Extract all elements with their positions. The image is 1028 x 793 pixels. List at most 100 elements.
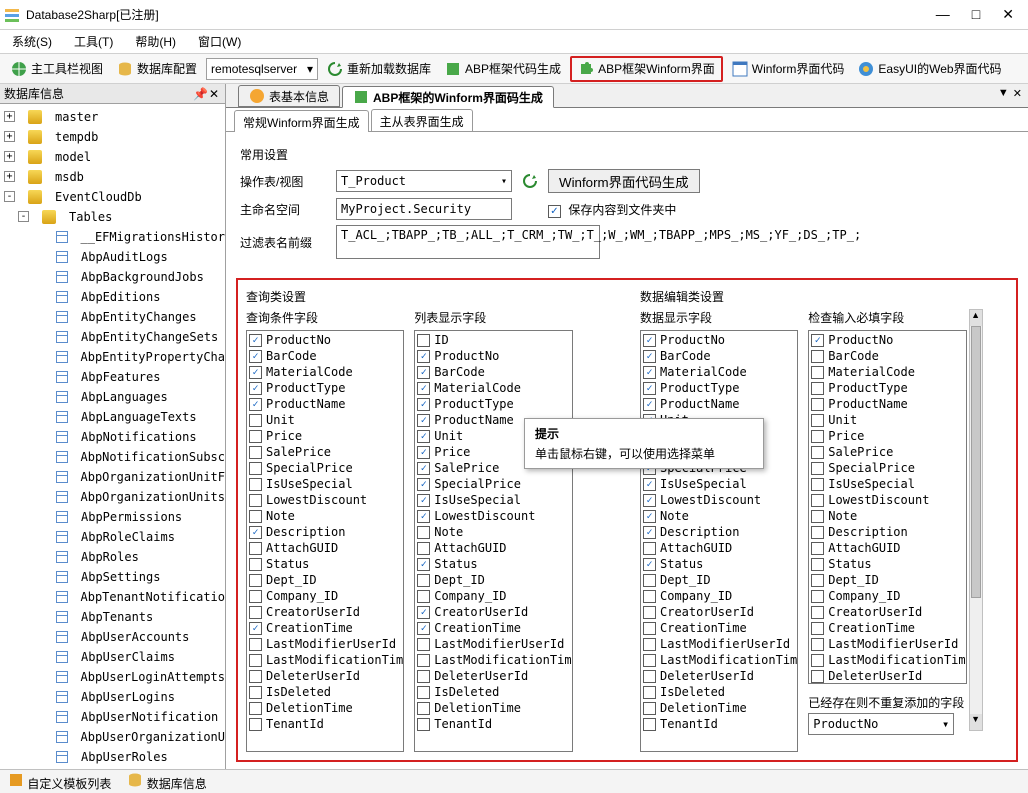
button-generate[interactable]: Winform界面代码生成 xyxy=(548,169,700,193)
checkbox[interactable] xyxy=(811,494,824,507)
tree-item[interactable]: AbpBackgroundJobs xyxy=(0,269,225,284)
checkbox[interactable] xyxy=(249,430,262,443)
tree-item[interactable]: AbpUserLoginAttempts xyxy=(0,669,225,684)
checklist-item[interactable]: ✓Description xyxy=(641,524,797,540)
checkbox[interactable]: ✓ xyxy=(643,334,656,347)
checklist-item[interactable]: Dept_ID xyxy=(809,572,965,588)
tree-item[interactable]: AbpTenants xyxy=(0,609,225,624)
checklist-item[interactable]: LastModificationTim xyxy=(415,652,571,668)
checkbox[interactable]: ✓ xyxy=(643,350,656,363)
panel-close-icon[interactable]: ✕ xyxy=(207,87,221,101)
checklist-item[interactable]: DeletionTime xyxy=(247,700,403,716)
checklist-item[interactable]: ✓ProductType xyxy=(641,380,797,396)
checklist-item[interactable]: TenantId xyxy=(247,716,403,732)
checkbox[interactable]: ✓ xyxy=(249,350,262,363)
tree-item[interactable]: AbpRoles xyxy=(0,549,225,564)
checklist-item[interactable]: CreatorUserId xyxy=(641,604,797,620)
checklist-item[interactable]: Unit xyxy=(809,412,965,428)
checkbox[interactable] xyxy=(811,510,824,523)
tree-item[interactable]: AbpEntityChanges xyxy=(0,309,225,324)
checkbox[interactable]: ✓ xyxy=(417,382,430,395)
checklist-item[interactable]: AttachGUID xyxy=(415,540,571,556)
checklist-item[interactable]: ✓ProductName xyxy=(247,396,403,412)
checklist-item[interactable]: AttachGUID xyxy=(247,540,403,556)
checkbox[interactable]: ✓ xyxy=(417,510,430,523)
checkbox[interactable] xyxy=(643,590,656,603)
checkbox[interactable] xyxy=(643,542,656,555)
checkbox[interactable]: ✓ xyxy=(643,526,656,539)
checkbox[interactable]: ✓ xyxy=(417,350,430,363)
checklist-item[interactable]: DeletionTime xyxy=(641,700,797,716)
checklist-item[interactable]: Status xyxy=(809,556,965,572)
checkbox[interactable]: ✓ xyxy=(249,382,262,395)
toolbar-winform-code[interactable]: Winform界面代码 xyxy=(727,57,850,81)
tree-item[interactable]: +msdb xyxy=(0,169,225,184)
checklist-item[interactable]: Description xyxy=(809,524,965,540)
checkbox[interactable]: ✓ xyxy=(643,494,656,507)
toolbar-db-config[interactable]: 数据库配置 xyxy=(112,57,202,81)
checkbox[interactable]: ✓ xyxy=(417,494,430,507)
checkbox[interactable] xyxy=(417,590,430,603)
checkbox[interactable] xyxy=(643,638,656,651)
checkbox[interactable] xyxy=(643,702,656,715)
tree-item[interactable]: AbpEntityChangeSets xyxy=(0,329,225,344)
checkbox[interactable] xyxy=(643,670,656,683)
menu-item[interactable]: 系统(S) xyxy=(12,33,52,50)
checklist-item[interactable]: CreatorUserId xyxy=(247,604,403,620)
checkbox[interactable] xyxy=(811,542,824,555)
toolbar-abp-code[interactable]: ABP框架代码生成 xyxy=(440,57,566,81)
tree-item[interactable]: __EFMigrationsHistor xyxy=(0,229,225,244)
checkbox[interactable] xyxy=(417,574,430,587)
checkbox[interactable] xyxy=(811,350,824,363)
checkbox[interactable] xyxy=(249,686,262,699)
checkbox[interactable] xyxy=(811,526,824,539)
checkbox[interactable] xyxy=(249,510,262,523)
checkbox[interactable]: ✓ xyxy=(417,558,430,571)
checklist-item[interactable]: LastModifierUserId xyxy=(809,636,965,652)
minimize-button[interactable]: — xyxy=(936,6,950,23)
checklist-item[interactable]: LastModificationTim xyxy=(641,652,797,668)
checkbox[interactable] xyxy=(249,494,262,507)
checklist-edit-fields[interactable]: ✓ProductNo✓BarCode✓MaterialCode✓ProductT… xyxy=(640,330,798,752)
checklist-item[interactable]: Company_ID xyxy=(809,588,965,604)
vertical-scrollbar[interactable]: ▲▼ xyxy=(969,309,983,731)
checkbox[interactable]: ✓ xyxy=(417,606,430,619)
checkbox[interactable] xyxy=(417,702,430,715)
checklist-item[interactable]: LastModificationTim xyxy=(247,652,403,668)
checklist-item[interactable]: Note xyxy=(809,508,965,524)
checkbox[interactable] xyxy=(811,446,824,459)
checklist-item[interactable]: LastModifierUserId xyxy=(415,636,571,652)
checkbox[interactable] xyxy=(811,414,824,427)
checklist-item[interactable]: ✓ProductType xyxy=(415,396,571,412)
tab-close-icon[interactable]: ✕ xyxy=(1013,87,1022,100)
checkbox[interactable] xyxy=(643,686,656,699)
checkbox[interactable]: ✓ xyxy=(417,366,430,379)
checklist-item[interactable]: LastModifierUserId xyxy=(247,636,403,652)
checklist-item[interactable]: ID xyxy=(415,332,571,348)
checkbox[interactable] xyxy=(811,606,824,619)
checklist-item[interactable]: TenantId xyxy=(415,716,571,732)
checklist-item[interactable]: DeleterUserId xyxy=(247,668,403,684)
checklist-item[interactable]: ✓ProductType xyxy=(247,380,403,396)
toolbar-main-view[interactable]: 主工具栏视图 xyxy=(6,57,108,81)
combo-nodup-field[interactable]: ProductNo▾ xyxy=(808,713,954,735)
tree-item[interactable]: AbpTenantNotificatio xyxy=(0,589,225,604)
checklist-item[interactable]: ✓Status xyxy=(415,556,571,572)
checkbox[interactable]: ✓ xyxy=(249,622,262,635)
checkbox[interactable] xyxy=(249,574,262,587)
checklist-item[interactable]: ProductType xyxy=(809,380,965,396)
checklist-item[interactable]: ✓IsUseSpecial xyxy=(415,492,571,508)
checklist-item[interactable]: ✓BarCode xyxy=(247,348,403,364)
refresh-icon[interactable] xyxy=(522,173,538,189)
menu-item[interactable]: 工具(T) xyxy=(74,33,113,50)
checkbox[interactable]: ✓ xyxy=(417,414,430,427)
tree-item[interactable]: AbpPermissions xyxy=(0,509,225,524)
tab-basic-info[interactable]: 表基本信息 xyxy=(238,85,340,107)
checkbox[interactable] xyxy=(417,718,430,731)
checklist-item[interactable]: ✓CreationTime xyxy=(415,620,571,636)
checklist-item[interactable]: CreationTime xyxy=(641,620,797,636)
checklist-item[interactable]: DeleterUserId xyxy=(641,668,797,684)
checklist-item[interactable]: Price xyxy=(809,428,965,444)
tree-item[interactable]: AbpUserAccounts xyxy=(0,629,225,644)
checkbox[interactable] xyxy=(643,654,656,667)
